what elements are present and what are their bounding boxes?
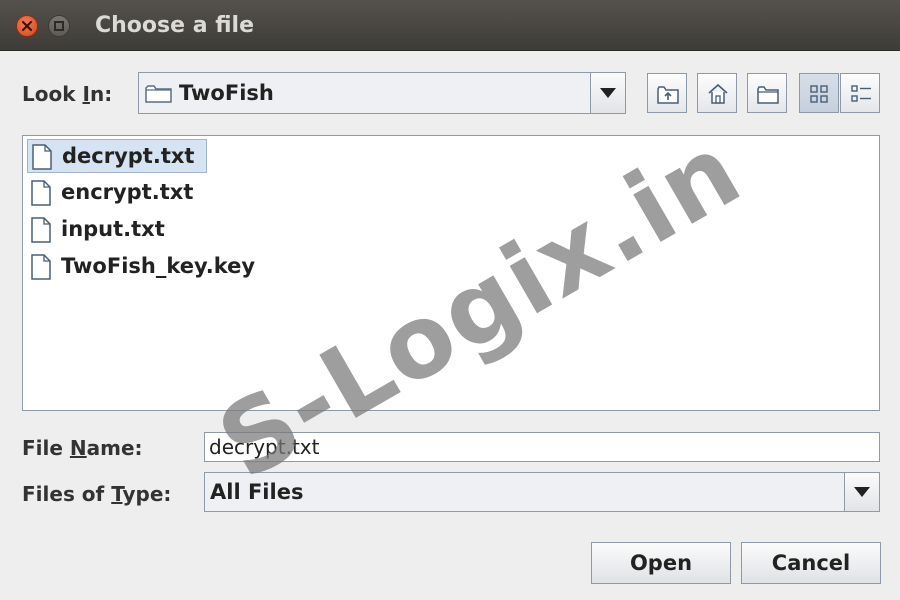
- look-in-combo[interactable]: TwoFish: [138, 72, 626, 114]
- file-name-label-text: File: [22, 436, 70, 460]
- up-one-level-button[interactable]: [647, 73, 687, 113]
- file-name-label-suffix: ame:: [86, 436, 143, 460]
- home-icon: [708, 83, 728, 104]
- file-name: encrypt.txt: [61, 180, 194, 204]
- list-view-icon: [810, 85, 828, 103]
- window-title: Choose a file: [95, 13, 254, 38]
- look-in-value: TwoFish: [179, 81, 274, 105]
- file-item-encrypt[interactable]: encrypt.txt: [27, 176, 199, 210]
- home-button[interactable]: [697, 73, 737, 113]
- look-in-mnemonic: I: [82, 82, 90, 106]
- details-view-button[interactable]: [840, 73, 880, 113]
- close-window-button[interactable]: [16, 15, 38, 37]
- file-type-dropdown-button[interactable]: [844, 473, 879, 511]
- cancel-button[interactable]: Cancel: [741, 542, 881, 584]
- minimize-window-button[interactable]: [48, 15, 70, 37]
- look-in-label: Look In:: [22, 82, 112, 106]
- file-icon: [31, 254, 51, 280]
- file-name: decrypt.txt: [62, 144, 195, 168]
- file-item-decrypt[interactable]: decrypt.txt: [27, 139, 207, 173]
- file-name-mnemonic: N: [69, 436, 87, 460]
- file-list[interactable]: decrypt.txt encrypt.txt input.txt TwoFis…: [22, 135, 880, 411]
- file-item-input[interactable]: input.txt: [27, 213, 171, 247]
- file-name-label: File Name:: [22, 436, 143, 460]
- chevron-down-icon: [600, 88, 616, 98]
- file-type-label-text: Files of: [22, 482, 112, 506]
- file-icon: [31, 217, 51, 243]
- look-in-label-suffix: n:: [89, 82, 113, 106]
- file-type-label: Files of Type:: [22, 482, 171, 506]
- file-type-value: All Files: [210, 480, 304, 504]
- open-button[interactable]: Open: [591, 542, 731, 584]
- file-item-twofish-key[interactable]: TwoFish_key.key: [27, 250, 261, 284]
- new-folder-icon: [757, 86, 779, 104]
- list-view-button[interactable]: [799, 73, 839, 113]
- new-folder-button[interactable]: [747, 73, 787, 113]
- file-icon: [31, 180, 51, 206]
- file-name-input[interactable]: [204, 432, 880, 462]
- details-view-icon: [851, 85, 871, 102]
- file-icon: [32, 144, 52, 170]
- file-type-combo[interactable]: All Files: [204, 472, 880, 512]
- look-in-label-text: Look: [22, 82, 83, 106]
- close-icon: [21, 20, 33, 32]
- file-name: input.txt: [61, 217, 165, 241]
- chevron-down-icon: [854, 487, 870, 497]
- minimize-icon: [54, 21, 64, 31]
- file-type-mnemonic: T: [111, 482, 123, 506]
- file-type-label-suffix: ype:: [122, 482, 172, 506]
- folder-icon: [145, 85, 172, 103]
- up-one-level-icon: [657, 86, 679, 104]
- file-name: TwoFish_key.key: [61, 254, 256, 278]
- title-bar: Choose a file: [0, 0, 900, 51]
- look-in-dropdown-button[interactable]: [590, 73, 625, 113]
